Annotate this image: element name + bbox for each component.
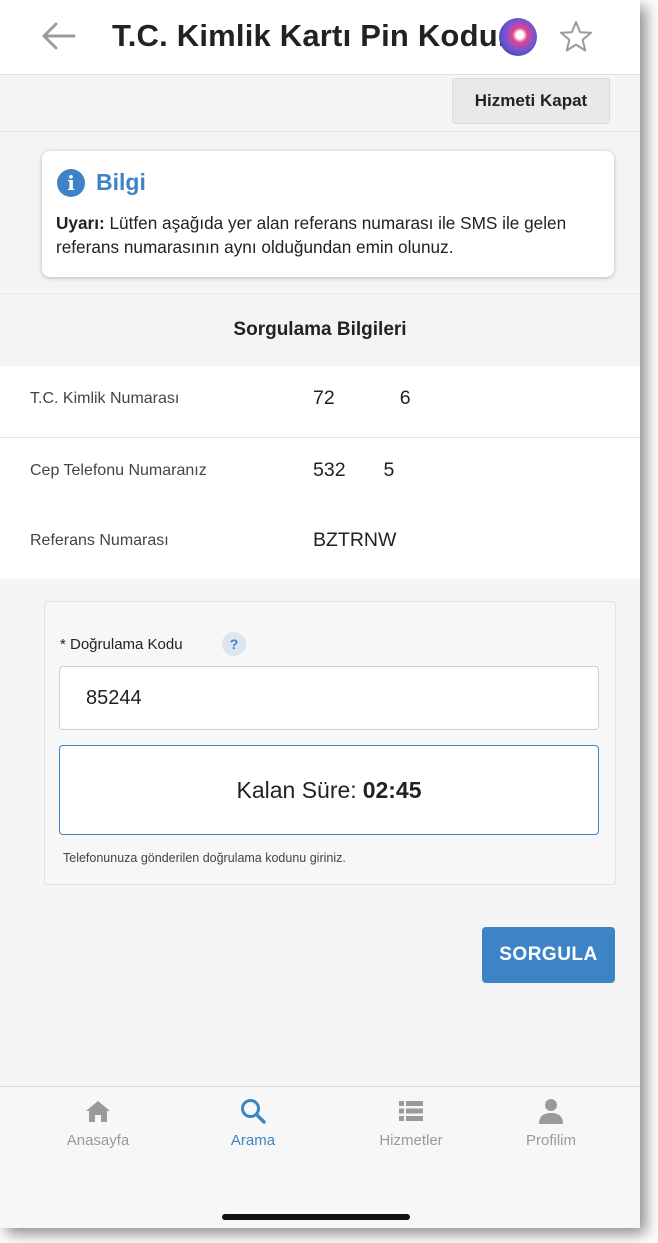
info-icon: i xyxy=(57,169,85,197)
remaining-time-value: 02:45 xyxy=(362,776,422,803)
info-card: i Bilgi Uyarı: Lütfen aşağıda yer alan r… xyxy=(42,151,614,277)
section-title: Sorgulama Bilgileri xyxy=(0,293,640,367)
info-title: Bilgi xyxy=(96,169,146,195)
row-label: Cep Telefonu Numaranız xyxy=(30,462,207,479)
remaining-time-label: Kalan Süre: xyxy=(236,776,357,803)
row-label: T.C. Kimlik Numarası xyxy=(30,390,180,407)
row-value: 532 5 xyxy=(313,459,395,481)
header-bar: T.C. Kimlik Kartı Pin Kodu... xyxy=(0,0,640,75)
warning-prefix: Uyarı: xyxy=(56,213,105,233)
tab-label: Profilim xyxy=(525,1132,576,1149)
submit-query-button[interactable]: SORGULA xyxy=(482,927,615,983)
helper-text: Telefonunuza gönderilen doğrulama kodunu… xyxy=(63,851,346,865)
home-icon xyxy=(86,1101,110,1122)
warning-text: Lütfen aşağıda yer alan referans numaras… xyxy=(56,213,567,257)
row-label: Referans Numarası xyxy=(30,532,169,549)
close-service-button[interactable]: Hizmeti Kapat xyxy=(452,78,610,124)
arrow-left-icon[interactable] xyxy=(36,14,80,58)
info-row-phone: Cep Telefonu Numaranız 532 5 xyxy=(0,438,640,510)
home-indicator[interactable] xyxy=(222,1214,410,1220)
star-outline-icon[interactable] xyxy=(556,17,596,57)
tab-label: Anasayfa xyxy=(66,1132,130,1149)
info-row-tc: T.C. Kimlik Numarası 72 6 xyxy=(0,366,640,438)
verification-code-label: * Doğrulama Kodu xyxy=(60,636,183,653)
person-icon xyxy=(539,1099,563,1124)
tab-search[interactable]: Arama xyxy=(193,1094,313,1164)
search-icon xyxy=(241,1099,266,1124)
help-icon[interactable]: ? xyxy=(222,632,246,656)
tab-label: Arama xyxy=(230,1132,276,1149)
siri-icon[interactable] xyxy=(499,18,537,56)
verification-code-input[interactable] xyxy=(59,666,599,730)
tab-profile[interactable]: Profilim xyxy=(491,1094,611,1164)
row-value: 72 6 xyxy=(313,387,411,409)
remaining-time-box: Kalan Süre: 02:45 xyxy=(59,745,599,835)
tab-services[interactable]: Hizmetler xyxy=(351,1094,471,1164)
row-value: BZTRNW xyxy=(313,529,397,551)
tab-label: Hizmetler xyxy=(379,1132,443,1149)
list-icon xyxy=(399,1101,423,1121)
page-title: T.C. Kimlik Kartı Pin Kodu... xyxy=(112,18,525,53)
info-message: Uyarı: Lütfen aşağıda yer alan referans … xyxy=(56,211,604,259)
info-row-reference: Referans Numarası BZTRNW xyxy=(0,508,640,580)
app-screen: T.C. Kimlik Kartı Pin Kodu... Hizmeti Ka… xyxy=(0,0,640,1228)
tab-home[interactable]: Anasayfa xyxy=(38,1094,158,1164)
